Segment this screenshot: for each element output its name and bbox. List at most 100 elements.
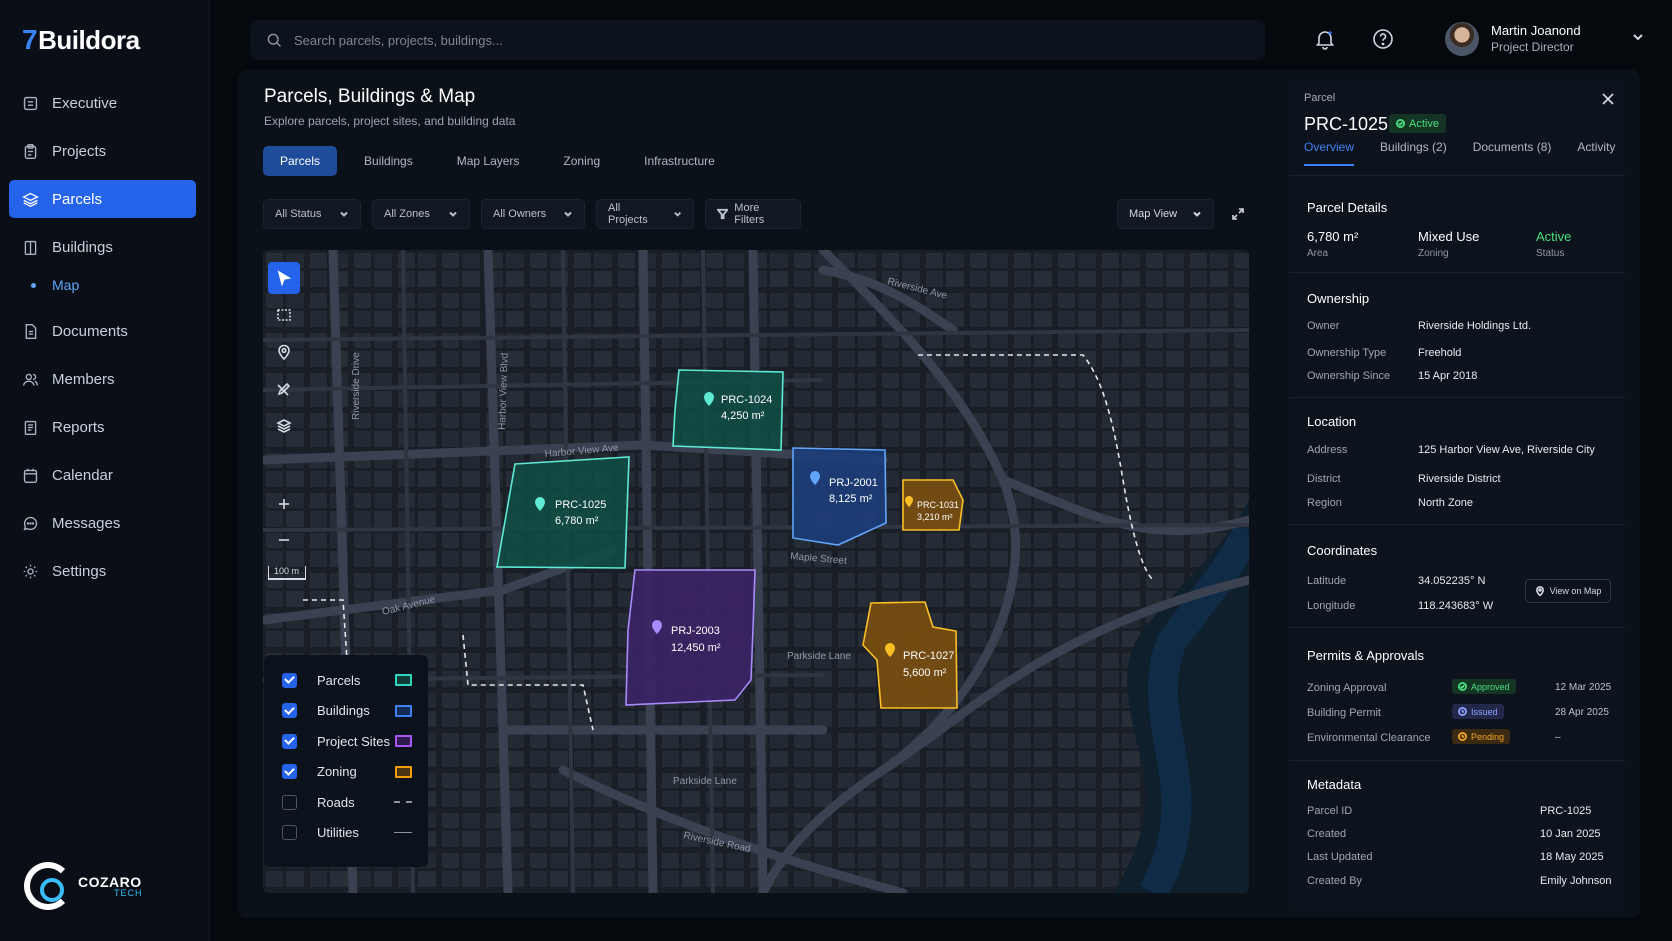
close-panel-button[interactable] (1601, 92, 1617, 108)
checkbox[interactable] (282, 672, 297, 688)
status-filter-select[interactable]: All Status (263, 199, 361, 229)
checkbox[interactable] (282, 825, 297, 841)
page-tabs: Parcels Buildings Map Layers Zoning Infr… (263, 146, 742, 176)
checkbox[interactable] (282, 733, 297, 749)
more-filters-button[interactable]: More Filters (705, 199, 801, 229)
tab-activity[interactable]: Activity (1577, 140, 1615, 166)
sidebar-item-buildings[interactable]: Buildings (9, 228, 196, 266)
chat-icon (23, 516, 38, 530)
sidebar-item-documents[interactable]: Documents (9, 312, 196, 350)
legend-swatch (395, 674, 412, 687)
area-label: Area (1307, 248, 1329, 259)
chevron-down-icon (673, 211, 681, 217)
legend-item-zoning[interactable]: Zoning (282, 757, 412, 788)
field-value: Emily Johnson (1540, 875, 1612, 887)
sidebar-item-parcels[interactable]: Parcels (9, 180, 196, 218)
panel-kicker: Parcel (1304, 92, 1336, 104)
legend-item-roads[interactable]: Roads (282, 787, 412, 818)
approved-badge: Approved (1452, 679, 1516, 694)
tab-infrastructure[interactable]: Infrastructure (627, 146, 732, 176)
sidebar-item-reports[interactable]: Reports (9, 408, 196, 446)
page-subtitle: Explore parcels, project sites, and buil… (264, 114, 516, 128)
zones-filter-select[interactable]: All Zones (372, 199, 470, 229)
zoom-in-button[interactable] (268, 488, 300, 520)
field-value: 18 May 2025 (1540, 851, 1604, 863)
field-value: North Zone (1418, 497, 1474, 509)
help-button[interactable] (1371, 27, 1395, 51)
legend-item-parcels[interactable]: Parcels (282, 665, 412, 696)
sidebar-item-calendar[interactable]: Calendar (9, 456, 196, 494)
filter-icon (717, 208, 729, 220)
zones-filter-label: All Zones (384, 208, 430, 220)
badge-label: Pending (1471, 731, 1505, 742)
search-input[interactable] (294, 32, 1194, 48)
zoom-out-button[interactable] (268, 524, 300, 556)
tab-map-layers[interactable]: Map Layers (440, 146, 537, 176)
check-circle-icon (1458, 682, 1467, 691)
sidebar-item-label: Settings (52, 562, 107, 580)
parcel-prj-2003[interactable]: PRJ-2003 12,450 m² (625, 569, 756, 706)
tab-buildings[interactable]: Buildings (347, 146, 430, 176)
view-on-map-button[interactable]: View on Map (1525, 579, 1611, 603)
search-bar[interactable] (250, 20, 1265, 60)
select-tool-button[interactable] (268, 262, 300, 294)
sidebar-item-messages[interactable]: Messages (9, 504, 196, 542)
sidebar-item-projects[interactable]: Projects (9, 132, 196, 170)
sidebar-item-executive[interactable]: Executive (9, 84, 196, 122)
street-label: Parkside Lane (787, 651, 851, 662)
view-mode-select[interactable]: Map View (1117, 199, 1214, 229)
brand-name: Buildora (38, 24, 140, 55)
checkbox[interactable] (282, 764, 297, 780)
legend-item-utilities[interactable]: Utilities (282, 818, 412, 849)
legend-item-project-sites[interactable]: Project Sites (282, 726, 412, 757)
map-pin-icon (1535, 586, 1544, 596)
field-label: Created (1307, 828, 1347, 840)
parcel-prc-1031[interactable]: PRC-1031 3,210 m² (902, 479, 964, 531)
pin-tool-button[interactable] (268, 336, 300, 368)
status-label: Status (1536, 248, 1565, 259)
field-label: Parcel ID (1307, 805, 1353, 817)
measure-tool-button[interactable] (268, 373, 300, 405)
tab-zoning[interactable]: Zoning (546, 146, 617, 176)
parcel-prc-1025[interactable]: PRC-1025 6,780 m² (496, 456, 630, 569)
rectangle-select-tool-button[interactable] (268, 299, 300, 331)
cozaro-logo: COZARO TECH (24, 862, 143, 910)
checkbox[interactable] (282, 703, 297, 719)
sidebar-item-label: Reports (52, 418, 105, 436)
street-label: Parkside Lane (673, 776, 737, 787)
parcel-id-label: PRC-1031 (917, 500, 959, 510)
view-mode-label: Map View (1129, 208, 1178, 220)
legend-item-buildings[interactable]: Buildings (282, 696, 412, 727)
section-title: Location (1307, 414, 1357, 429)
legend-label: Project Sites (317, 733, 390, 749)
parcel-prc-1024[interactable]: PRC-1024 4,250 m² (672, 369, 784, 451)
parcel-id-label: PRJ-2001 (829, 477, 878, 489)
fullscreen-button[interactable] (1222, 199, 1254, 229)
checkbox[interactable] (282, 794, 297, 810)
layers-tool-button[interactable] (268, 410, 300, 442)
tab-overview[interactable]: Overview (1304, 140, 1355, 166)
user-menu[interactable]: Martin Joanond Project Director (1445, 22, 1645, 56)
layers-icon (22, 192, 39, 207)
sidebar-item-members[interactable]: Members (9, 360, 196, 398)
legend-label: Zoning (317, 764, 357, 780)
owners-filter-label: All Owners (493, 208, 547, 220)
parcel-area-label: 8,125 m² (829, 493, 873, 505)
tab-documents[interactable]: Documents (8) (1473, 140, 1552, 166)
field-value: Freehold (1418, 347, 1462, 359)
parcel-id-label: PRC-1027 (903, 650, 954, 662)
sidebar-item-settings[interactable]: Settings (9, 552, 196, 590)
check-circle-icon (1396, 119, 1405, 128)
field-label: Environmental Clearance (1307, 732, 1431, 744)
owners-filter-select[interactable]: All Owners (481, 199, 585, 229)
bullet-icon (31, 282, 36, 288)
tab-buildings[interactable]: Buildings (2) (1380, 140, 1447, 166)
projects-filter-select[interactable]: All Projects (596, 199, 694, 229)
notifications-button[interactable] (1313, 27, 1337, 51)
brand-logo[interactable]: 7 Buildora (22, 24, 140, 56)
draw-icon (277, 382, 291, 396)
dashboard-icon (23, 96, 38, 110)
sidebar-subitem-map[interactable]: Map (9, 272, 196, 298)
status-value: Active (1536, 229, 1572, 244)
tab-parcels[interactable]: Parcels (263, 146, 338, 176)
